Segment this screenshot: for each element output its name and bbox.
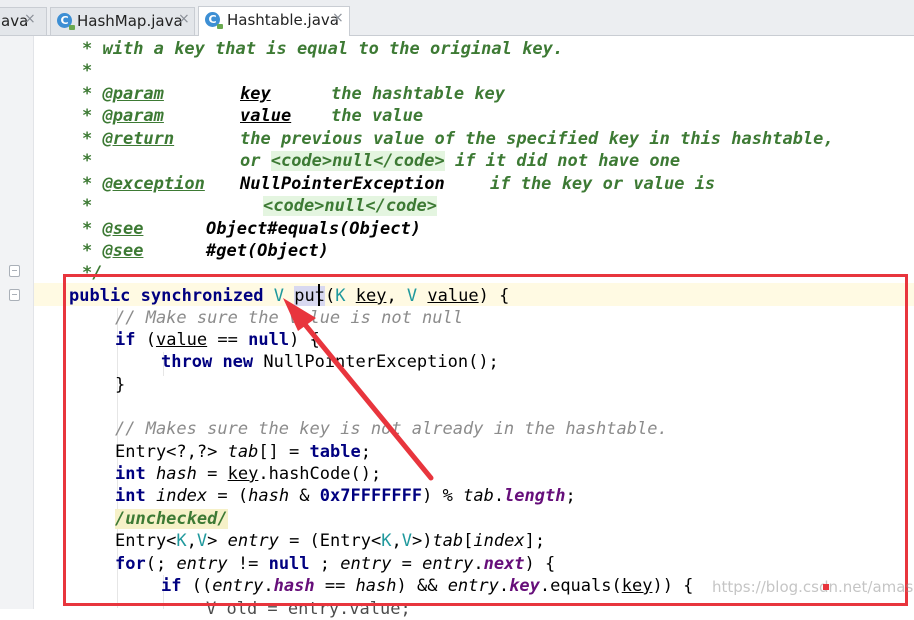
java-class-icon: C <box>57 13 75 30</box>
doc-line: * <box>82 196 93 216</box>
tab-label: HashMap.java <box>77 12 183 30</box>
doc-see-2-ref: #get(Object) <box>206 241 329 261</box>
close-icon[interactable]: × <box>332 10 344 26</box>
doc-see-1-ref: Object#equals(Object) <box>206 219 421 239</box>
doc-exception-code: <code>null</code> <box>263 196 437 216</box>
close-icon[interactable]: × <box>24 11 36 27</box>
doc-param-value: * @param <box>82 106 164 126</box>
doc-line: * <box>82 151 93 171</box>
doc-see-2: * @see <box>82 241 144 261</box>
doc-param-key-desc: the hashtable key <box>331 84 505 104</box>
close-icon[interactable]: × <box>178 11 190 27</box>
tab-java-file[interactable]: ava × <box>0 7 47 35</box>
doc-param-value-name: value <box>240 106 292 126</box>
tab-hashmap-java[interactable]: C HashMap.java × <box>50 7 195 35</box>
doc-line: * with a key that is equal to the origin… <box>82 39 564 59</box>
tab-hashtable-java[interactable]: C Hashtable.java × <box>198 6 350 36</box>
doc-exception-name: NullPointerException <box>240 174 445 194</box>
doc-see-1: * @see <box>82 219 144 239</box>
java-class-icon: C <box>205 12 223 29</box>
tab-label: Hashtable.java <box>227 11 339 29</box>
highlight-box <box>63 274 908 606</box>
doc-line: * <box>82 61 93 81</box>
doc-param-key: * @param <box>82 84 164 104</box>
error-marker <box>823 584 829 590</box>
doc-return-desc-2: or <code>null</code> if it did not have … <box>240 151 681 171</box>
doc-return: * @return <box>82 129 175 149</box>
doc-param-value-desc: the value <box>331 106 424 126</box>
editor-tab-bar: ava × C HashMap.java × C Hashtable.java … <box>0 0 914 36</box>
doc-exception: * @exception <box>82 174 205 194</box>
doc-param-key-name: key <box>240 84 271 104</box>
doc-exception-desc: if the key or value is <box>490 174 716 194</box>
doc-return-desc: the previous value of the specified key … <box>240 129 834 149</box>
watermark: https://blog.csdn.net/amash520 <box>712 578 914 596</box>
